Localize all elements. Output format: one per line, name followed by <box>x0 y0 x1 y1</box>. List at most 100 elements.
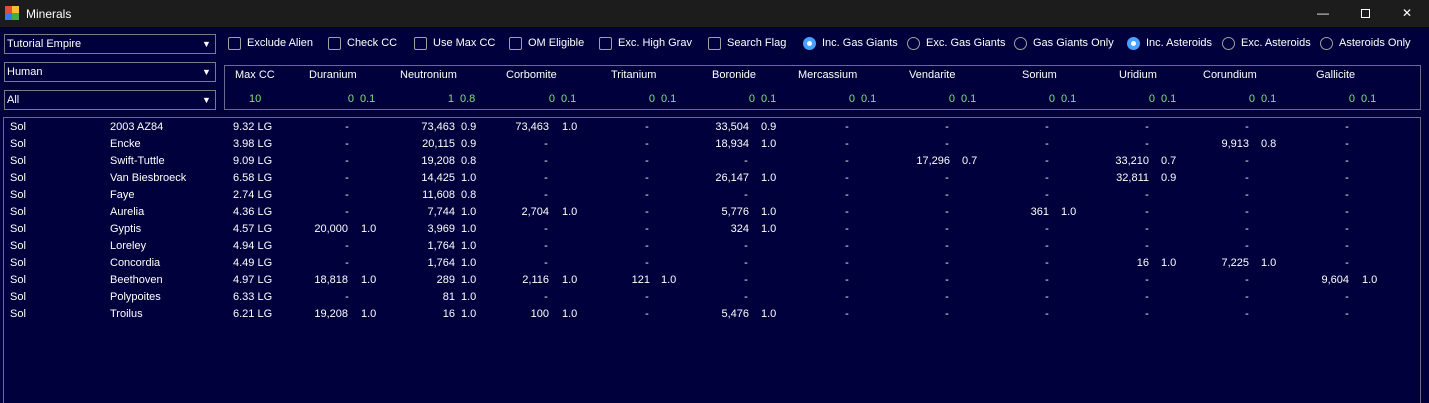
corundium-accessibility-cell[interactable]: 0.8 <box>1261 138 1276 150</box>
sorium-accessibility-cell[interactable]: 1.0 <box>1061 206 1076 218</box>
tritanium-empty-cell[interactable]: - <box>637 291 657 303</box>
duranium-empty-cell[interactable]: - <box>337 257 357 269</box>
body-name-cell[interactable]: Swift-Tuttle <box>110 155 165 167</box>
mercassium-empty-cell[interactable]: - <box>837 155 857 167</box>
tritanium-empty-cell[interactable]: - <box>637 172 657 184</box>
header-tritanium-accessibility[interactable]: 0.1 <box>661 93 676 105</box>
duranium-amount-cell[interactable]: 19,208 <box>298 308 348 320</box>
gallicite-empty-cell[interactable]: - <box>1337 155 1357 167</box>
tritanium-empty-cell[interactable]: - <box>637 138 657 150</box>
radio-unselected[interactable] <box>1014 37 1027 50</box>
uridium-empty-cell[interactable]: - <box>1137 240 1157 252</box>
corbomite-empty-cell[interactable]: - <box>536 240 556 252</box>
mercassium-empty-cell[interactable]: - <box>837 240 857 252</box>
uridium-amount-cell[interactable]: 33,210 <box>1099 155 1149 167</box>
minimize-button[interactable]: — <box>1300 0 1346 27</box>
header-corundium-amount[interactable]: 0 <box>1215 93 1255 105</box>
vendarite-empty-cell[interactable]: - <box>937 308 957 320</box>
boronide-accessibility-cell[interactable]: 1.0 <box>761 172 776 184</box>
vendarite-empty-cell[interactable]: - <box>937 240 957 252</box>
neutronium-amount-cell[interactable]: 81 <box>405 291 455 303</box>
corundium-empty-cell[interactable]: - <box>1237 206 1257 218</box>
neutronium-accessibility-cell[interactable]: 1.0 <box>461 240 476 252</box>
body-name-cell[interactable]: Troilus <box>110 308 143 320</box>
corundium-amount-cell[interactable]: 9,913 <box>1199 138 1249 150</box>
system-cell[interactable]: Sol <box>10 172 26 184</box>
body-name-cell[interactable]: Faye <box>110 189 134 201</box>
corundium-empty-cell[interactable]: - <box>1237 121 1257 133</box>
mercassium-empty-cell[interactable]: - <box>837 257 857 269</box>
corbomite-amount-cell[interactable]: 73,463 <box>499 121 549 133</box>
header-mercassium-accessibility[interactable]: 0.1 <box>861 93 876 105</box>
tritanium-amount-cell[interactable]: 121 <box>600 274 650 286</box>
system-cell[interactable]: Sol <box>10 223 26 235</box>
neutronium-amount-cell[interactable]: 11,608 <box>405 189 455 201</box>
gallicite-empty-cell[interactable]: - <box>1337 240 1357 252</box>
cargo-capacity-cell[interactable]: 2.74 LG <box>233 189 272 201</box>
header-duranium-accessibility[interactable]: 0.1 <box>360 93 375 105</box>
boronide-empty-cell[interactable]: - <box>736 274 756 286</box>
uridium-amount-cell[interactable]: 16 <box>1099 257 1149 269</box>
vendarite-empty-cell[interactable]: - <box>937 172 957 184</box>
system-cell[interactable]: Sol <box>10 155 26 167</box>
boronide-amount-cell[interactable]: 5,476 <box>699 308 749 320</box>
tritanium-empty-cell[interactable]: - <box>637 121 657 133</box>
header-mercassium-amount[interactable]: 0 <box>815 93 855 105</box>
system-cell[interactable]: Sol <box>10 257 26 269</box>
cargo-capacity-cell[interactable]: 4.36 LG <box>233 206 272 218</box>
boronide-accessibility-cell[interactable]: 1.0 <box>761 308 776 320</box>
mercassium-empty-cell[interactable]: - <box>837 274 857 286</box>
body-name-cell[interactable]: Loreley <box>110 240 146 252</box>
mercassium-empty-cell[interactable]: - <box>837 291 857 303</box>
neutronium-amount-cell[interactable]: 14,425 <box>405 172 455 184</box>
uridium-empty-cell[interactable]: - <box>1137 206 1157 218</box>
cargo-capacity-cell[interactable]: 6.33 LG <box>233 291 272 303</box>
neutronium-amount-cell[interactable]: 20,115 <box>405 138 455 150</box>
mercassium-empty-cell[interactable]: - <box>837 206 857 218</box>
uridium-empty-cell[interactable]: - <box>1137 138 1157 150</box>
uridium-accessibility-cell[interactable]: 1.0 <box>1161 257 1176 269</box>
uridium-empty-cell[interactable]: - <box>1137 121 1157 133</box>
gallicite-empty-cell[interactable]: - <box>1337 223 1357 235</box>
corbomite-amount-cell[interactable]: 2,704 <box>499 206 549 218</box>
gallicite-empty-cell[interactable]: - <box>1337 308 1357 320</box>
gallicite-empty-cell[interactable]: - <box>1337 138 1357 150</box>
system-cell[interactable]: Sol <box>10 308 26 320</box>
vendarite-empty-cell[interactable]: - <box>937 138 957 150</box>
vendarite-empty-cell[interactable]: - <box>937 274 957 286</box>
corundium-accessibility-cell[interactable]: 1.0 <box>1261 257 1276 269</box>
sorium-empty-cell[interactable]: - <box>1037 189 1057 201</box>
tritanium-empty-cell[interactable]: - <box>637 206 657 218</box>
sorium-empty-cell[interactable]: - <box>1037 223 1057 235</box>
neutronium-amount-cell[interactable]: 73,463 <box>405 121 455 133</box>
vendarite-empty-cell[interactable]: - <box>937 223 957 235</box>
neutronium-accessibility-cell[interactable]: 0.9 <box>461 138 476 150</box>
sorium-empty-cell[interactable]: - <box>1037 240 1057 252</box>
boronide-amount-cell[interactable]: 18,934 <box>699 138 749 150</box>
body-name-cell[interactable]: 2003 AZ84 <box>110 121 163 133</box>
sorium-empty-cell[interactable]: - <box>1037 172 1057 184</box>
gallicite-accessibility-cell[interactable]: 1.0 <box>1362 274 1377 286</box>
race-select[interactable]: Human ▼ <box>4 62 216 82</box>
neutronium-amount-cell[interactable]: 3,969 <box>405 223 455 235</box>
neutronium-accessibility-cell[interactable]: 1.0 <box>461 291 476 303</box>
corundium-empty-cell[interactable]: - <box>1237 274 1257 286</box>
boronide-amount-cell[interactable]: 324 <box>699 223 749 235</box>
uridium-accessibility-cell[interactable]: 0.9 <box>1161 172 1176 184</box>
radio-unselected[interactable] <box>907 37 920 50</box>
corundium-empty-cell[interactable]: - <box>1237 155 1257 167</box>
header-tritanium-amount[interactable]: 0 <box>615 93 655 105</box>
cargo-capacity-cell[interactable]: 9.09 LG <box>233 155 272 167</box>
vendarite-empty-cell[interactable]: - <box>937 189 957 201</box>
corbomite-amount-cell[interactable]: 2,116 <box>499 274 549 286</box>
neutronium-amount-cell[interactable]: 1,764 <box>405 257 455 269</box>
duranium-empty-cell[interactable]: - <box>337 240 357 252</box>
neutronium-accessibility-cell[interactable]: 0.8 <box>461 189 476 201</box>
duranium-accessibility-cell[interactable]: 1.0 <box>361 308 376 320</box>
duranium-empty-cell[interactable]: - <box>337 155 357 167</box>
tritanium-empty-cell[interactable]: - <box>637 240 657 252</box>
uridium-amount-cell[interactable]: 32,811 <box>1099 172 1149 184</box>
duranium-amount-cell[interactable]: 20,000 <box>298 223 348 235</box>
corundium-empty-cell[interactable]: - <box>1237 240 1257 252</box>
neutronium-accessibility-cell[interactable]: 0.9 <box>461 121 476 133</box>
